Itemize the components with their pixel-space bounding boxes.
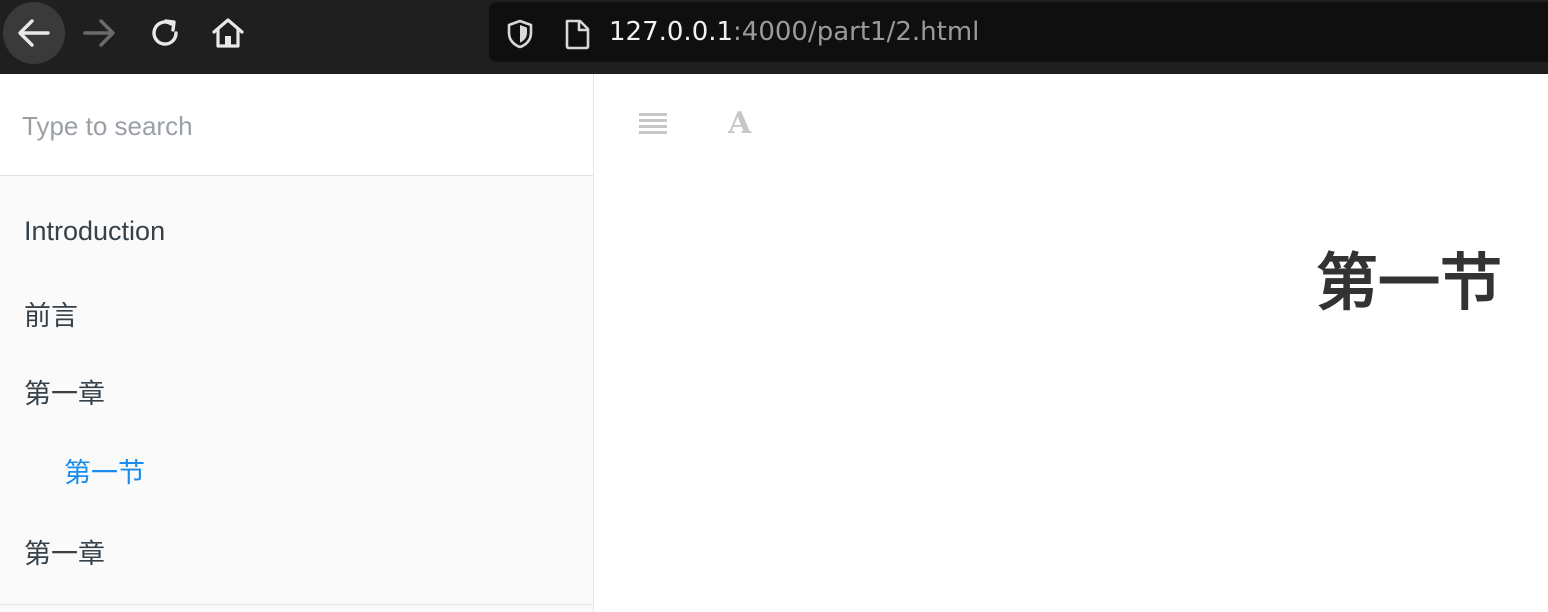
sidebar-item-introduction[interactable]: Introduction xyxy=(24,216,165,247)
home-icon xyxy=(212,18,244,48)
sidebar-item-section-1[interactable]: 第一节 xyxy=(64,451,145,490)
home-button[interactable] xyxy=(197,2,259,64)
reload-button[interactable] xyxy=(134,2,196,64)
sidebar-item-chapter-1[interactable]: 第一章 xyxy=(24,372,105,411)
book-summary-sidebar: Introduction 前言 第一章 第一节 第一章 xyxy=(0,74,594,612)
sidebar-divider xyxy=(0,604,593,605)
sidebar-item-chapter-1-duplicate[interactable]: 第一章 xyxy=(24,532,105,571)
shield-icon[interactable] xyxy=(507,19,533,49)
reload-icon xyxy=(152,19,178,46)
arrow-right-icon xyxy=(83,19,115,47)
back-button[interactable] xyxy=(3,2,65,64)
url-text[interactable]: 127.0.0.1:4000/part1/2.html xyxy=(609,16,979,48)
font-settings-icon: A xyxy=(728,106,752,141)
url-host: 127.0.0.1 xyxy=(609,17,734,47)
toggle-sidebar-button[interactable] xyxy=(638,111,668,141)
search-input[interactable] xyxy=(22,106,562,146)
menu-icon xyxy=(639,113,667,134)
browser-toolbar: 127.0.0.1:4000/part1/2.html xyxy=(0,0,1548,74)
search-box xyxy=(0,74,593,176)
sidebar-item-preface[interactable]: 前言 xyxy=(24,294,78,333)
url-bar[interactable]: 127.0.0.1:4000/part1/2.html xyxy=(489,2,1548,62)
url-path: :4000/part1/2.html xyxy=(733,17,980,47)
forward-button[interactable] xyxy=(68,2,130,64)
page-title: 第一节 xyxy=(1316,246,1503,319)
page-icon[interactable] xyxy=(563,18,591,50)
font-settings-button[interactable]: A xyxy=(728,106,751,141)
arrow-left-icon xyxy=(18,19,50,47)
